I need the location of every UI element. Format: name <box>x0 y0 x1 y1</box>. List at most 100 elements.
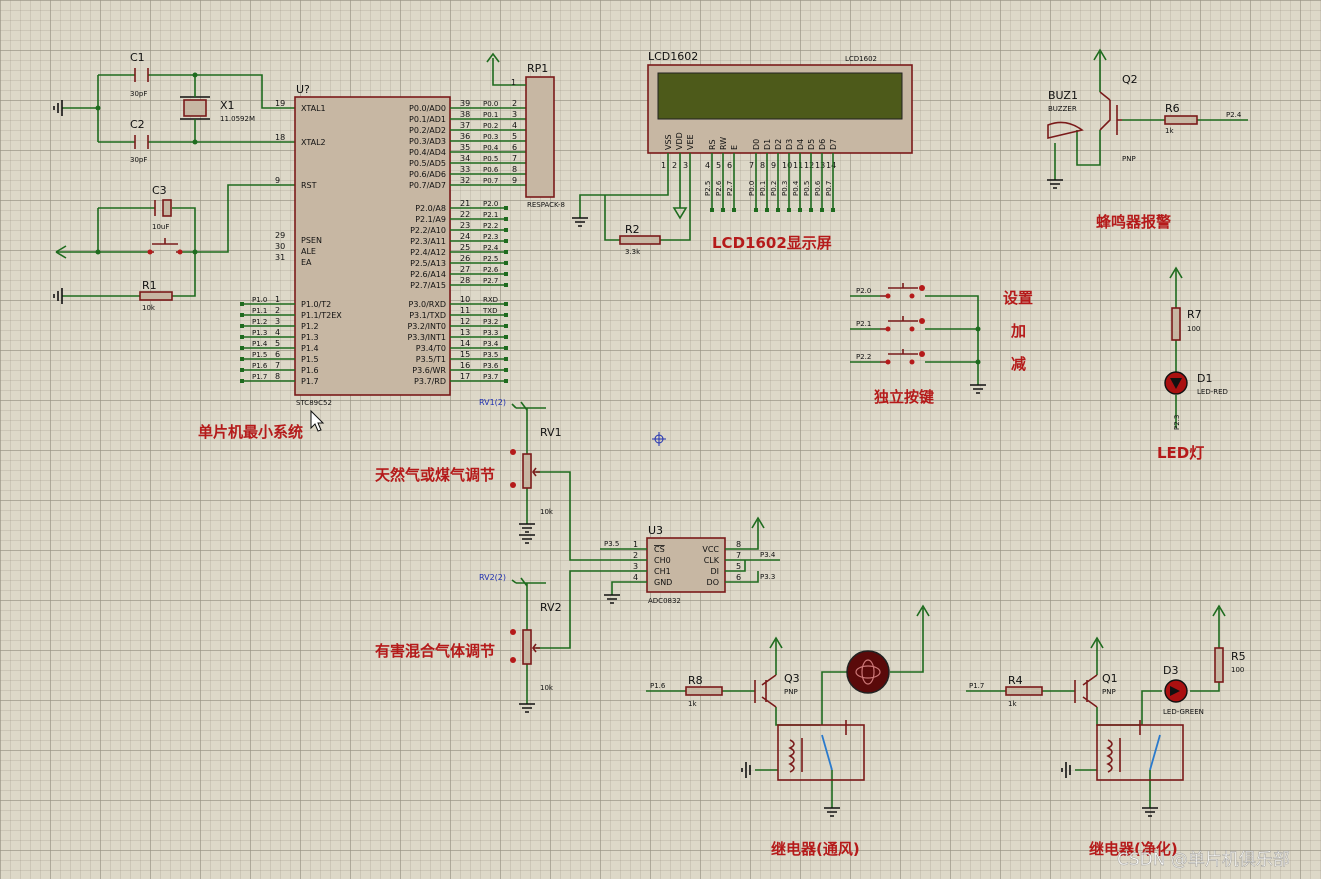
led-label: LED灯 <box>1157 444 1204 462</box>
r4-value: 1k <box>1008 700 1017 708</box>
net-terminal <box>820 208 824 212</box>
net-terminal <box>504 283 508 287</box>
mcu-pin-name: P3.5/T1 <box>416 355 446 364</box>
schematic-sheet: C1 30pF C2 30pF X1 11.0592M C3 10uF R1 1… <box>0 0 1321 879</box>
lcd-net-label: P0.1 <box>759 181 767 196</box>
mcu-pin-name: P1.1/T2EX <box>301 311 342 320</box>
mcu-pin-number: 8 <box>275 372 280 381</box>
rp1-ref: RP1 <box>527 62 548 75</box>
schematic-canvas: C1 30pF C2 30pF X1 11.0592M C3 10uF R1 1… <box>53 48 1290 870</box>
adc-pin-number: 4 <box>633 573 638 582</box>
relay-vent-circuit: P1.6 R8 1k Q3 PNP <box>646 604 930 817</box>
c1-value: 30pF <box>130 90 147 98</box>
mcu-pin-name: P3.0/RXD <box>409 300 446 309</box>
net-label: P2.5 <box>483 255 498 263</box>
net-terminal <box>240 357 244 361</box>
lcd-net-label: P0.4 <box>792 180 800 196</box>
net-terminal <box>504 228 508 232</box>
respack-pin-number: 3 <box>512 110 517 119</box>
net-label: P1.2 <box>252 318 267 326</box>
lcd-pin-number: 5 <box>716 161 721 170</box>
mcu-pin-name: P1.7 <box>301 377 319 386</box>
svg-text:1: 1 <box>511 78 516 87</box>
net-label: P0.5 <box>483 155 498 163</box>
mcu-pin-name: P3.2/INT0 <box>407 322 446 331</box>
lcd-pin-name: D2 <box>774 139 783 150</box>
net-terminal <box>504 261 508 265</box>
potentiometer-rv2: RV2(2) RV2 10k <box>479 534 627 713</box>
net-terminal <box>504 324 508 328</box>
relay-vent-label: 继电器(通风) <box>771 840 860 858</box>
relay-purify-circuit: P1.7 R4 1k Q1 PNP D3 LED-GREEN R5 100 <box>966 604 1246 817</box>
c2-ref: C2 <box>130 118 145 131</box>
c3-value: 10uF <box>152 223 169 231</box>
mcu-pin-number: 26 <box>460 254 470 263</box>
mcu-pin-name: P2.0/A8 <box>415 204 446 213</box>
net-label: P3.2 <box>483 318 498 326</box>
mcu-pin-name: P0.0/AD0 <box>409 104 446 113</box>
net-terminal <box>504 313 508 317</box>
net-terminal <box>504 272 508 276</box>
net-terminal <box>809 208 813 212</box>
net-terminal <box>710 208 714 212</box>
lcd-pin-number: 12 <box>804 161 814 170</box>
lcd-pin-number: 7 <box>749 161 754 170</box>
key-sub-label: 减 <box>1011 355 1026 373</box>
d1-value: LED-RED <box>1197 388 1228 396</box>
mcu-pin-number: 13 <box>460 328 470 337</box>
net-label: P1.4 <box>252 340 268 348</box>
u3-ref: U3 <box>648 524 663 537</box>
q1-value: PNP <box>1102 688 1116 696</box>
net-label: P2.6 <box>483 266 499 274</box>
lcd-net-label: P0.5 <box>803 181 811 196</box>
r2-value: 3.3k <box>625 248 641 256</box>
rv1-probe: RV1(2) <box>479 398 506 407</box>
mcu-pin-number: 24 <box>460 232 470 241</box>
mcu-pin-number: 4 <box>275 328 280 337</box>
d3-ref: D3 <box>1163 664 1178 677</box>
lcd-pin-name: D5 <box>807 139 816 150</box>
adc-pin-number: 1 <box>633 540 638 549</box>
net-label: P1.6 <box>252 362 268 370</box>
net-label: P1.5 <box>252 351 267 359</box>
mcu-pin-name: P1.6 <box>301 366 319 375</box>
mcu-pin-name: P3.7/RD <box>414 377 446 386</box>
net-label: P2.2 <box>483 222 498 230</box>
mcu-system-label: 单片机最小系统 <box>198 423 303 441</box>
mcu-pin-name: P0.5/AD5 <box>409 159 446 168</box>
key-add-label: 加 <box>1010 322 1026 340</box>
net-label: P3.7 <box>483 373 498 381</box>
respack-pin-number: 5 <box>512 132 517 141</box>
lcd-pin-number: 3 <box>683 161 688 170</box>
q2-value: PNP <box>1122 155 1136 163</box>
mcu-pin-name: P0.4/AD4 <box>409 148 446 157</box>
crosshair-marker <box>652 432 666 446</box>
net-terminal <box>721 208 725 212</box>
lcd-net-label: P0.7 <box>825 181 833 196</box>
net-label: P1.0 <box>252 296 267 304</box>
mcu-pin-number: 10 <box>460 295 470 304</box>
net-label: P0.3 <box>483 133 498 141</box>
r8-ref: R8 <box>688 674 703 687</box>
mcu-pin-number: 2 <box>275 306 280 315</box>
mcu-pin-number: 32 <box>460 176 470 185</box>
mcu-pin-number: 38 <box>460 110 470 119</box>
mcu-pin-name: P3.3/INT1 <box>407 333 446 342</box>
mcu-pin-number: 9 <box>275 176 280 185</box>
r5-ref: R5 <box>1231 650 1246 663</box>
r7-ref: R7 <box>1187 308 1202 321</box>
lcd-pin-number: 9 <box>771 161 776 170</box>
mcu-pin-number: 34 <box>460 154 470 163</box>
net-label: P0.4 <box>483 144 499 152</box>
respack-pin-number: 6 <box>512 143 517 152</box>
mcu-pin-name: P2.4/A12 <box>410 248 446 257</box>
rv2-ref: RV2 <box>540 601 562 614</box>
mcu-pin-name: XTAL2 <box>301 138 326 147</box>
net-label: P1.3 <box>252 329 267 337</box>
lcd-pin-name: D7 <box>829 139 838 150</box>
mcu-pin-name: P0.6/AD6 <box>409 170 446 179</box>
adc-pin-number: 3 <box>633 562 638 571</box>
c1-ref: C1 <box>130 51 145 64</box>
net-terminal <box>504 335 508 339</box>
lcd-pin-number: 2 <box>672 161 677 170</box>
